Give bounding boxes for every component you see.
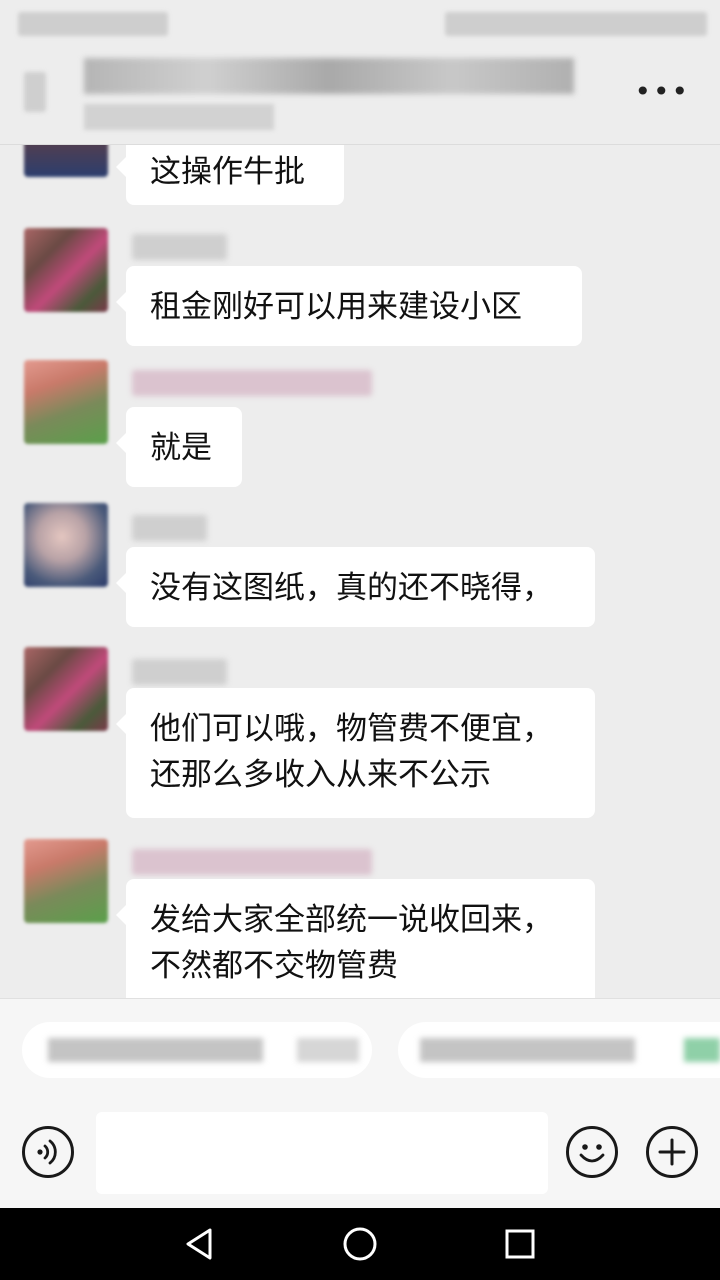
avatar[interactable] xyxy=(24,647,108,731)
voice-icon xyxy=(37,1139,57,1165)
avatar[interactable] xyxy=(24,839,108,923)
quick-reply-chip[interactable] xyxy=(398,1022,720,1078)
message-bubble[interactable]: 他们可以哦，物管费不便宜， 还那么多收入从来不公示 xyxy=(116,688,595,818)
quick-reply-blur xyxy=(297,1038,359,1062)
back-icon[interactable] xyxy=(24,72,46,112)
status-bar xyxy=(0,0,720,48)
back-nav-icon[interactable] xyxy=(180,1224,220,1264)
message-list[interactable]: 这操作牛批 租金刚好可以用来建设小区 就是 没有这图纸，真的还不晓得， 他们可以… xyxy=(0,145,720,998)
sender-name xyxy=(132,659,227,685)
message-input[interactable] xyxy=(96,1112,548,1194)
quick-reply-blur xyxy=(420,1038,635,1062)
avatar[interactable] xyxy=(24,145,108,177)
avatar[interactable] xyxy=(24,503,108,587)
home-nav-icon[interactable] xyxy=(340,1224,380,1264)
voice-button[interactable] xyxy=(22,1126,74,1178)
navigation-bar xyxy=(0,1208,720,1280)
message-bubble[interactable]: 没有这图纸，真的还不晓得， xyxy=(116,547,595,627)
emoji-icon xyxy=(579,1144,605,1163)
sender-name xyxy=(132,370,372,396)
emoji-button[interactable] xyxy=(566,1126,618,1178)
status-bar-right-blur xyxy=(445,12,707,36)
sender-name xyxy=(132,234,227,260)
message-bubble[interactable]: 发给大家全部统一说收回来， 不然都不交物管费 xyxy=(116,879,595,998)
more-options-button[interactable]: ••• xyxy=(634,78,690,106)
chat-title xyxy=(84,58,574,94)
sender-name xyxy=(132,849,372,875)
message-bubble[interactable]: 这操作牛批 xyxy=(116,145,344,205)
avatar[interactable] xyxy=(24,228,108,312)
message-bubble[interactable]: 就是 xyxy=(116,407,242,487)
avatar[interactable] xyxy=(24,360,108,444)
quick-reply-blur xyxy=(684,1038,720,1062)
status-bar-left-blur xyxy=(18,12,168,36)
sender-name xyxy=(132,515,207,541)
message-bubble[interactable]: 租金刚好可以用来建设小区 xyxy=(116,266,582,346)
plus-icon xyxy=(658,1138,686,1166)
chat-subtitle xyxy=(84,104,274,130)
quick-reply-blur xyxy=(48,1038,263,1062)
recents-nav-icon[interactable] xyxy=(500,1224,540,1264)
quick-reply-chip[interactable] xyxy=(22,1022,372,1078)
plus-button[interactable] xyxy=(646,1126,698,1178)
